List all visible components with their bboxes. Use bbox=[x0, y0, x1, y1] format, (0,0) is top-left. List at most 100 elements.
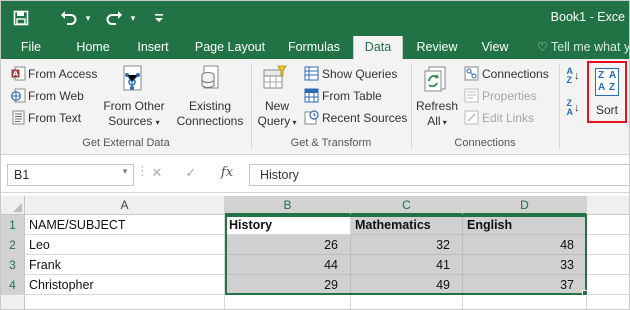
tab-file[interactable]: File bbox=[13, 36, 49, 59]
connections-icon bbox=[464, 66, 479, 81]
save-icon[interactable] bbox=[9, 7, 33, 29]
cell-a3[interactable]: Frank bbox=[25, 255, 225, 275]
cell-b4[interactable]: 29 bbox=[225, 275, 351, 295]
tab-review[interactable]: Review bbox=[411, 36, 463, 59]
cell-a2[interactable]: Leo bbox=[25, 235, 225, 255]
tab-page-layout[interactable]: Page Layout bbox=[191, 36, 269, 59]
formula-bar-grip[interactable]: ⋮ bbox=[136, 163, 149, 183]
cell-e2[interactable] bbox=[587, 235, 629, 255]
name-box-dropdown-icon[interactable]: ▾ bbox=[119, 166, 131, 186]
cell-e1[interactable] bbox=[587, 215, 629, 235]
cell-e5[interactable] bbox=[587, 295, 629, 309]
row-header-4[interactable]: 4 bbox=[1, 275, 25, 295]
cell-c3[interactable]: 41 bbox=[351, 255, 463, 275]
from-web-button[interactable]: From Web bbox=[11, 88, 84, 103]
cell-d3[interactable]: 33 bbox=[463, 255, 587, 275]
undo-dropdown-icon[interactable]: ▾ bbox=[83, 7, 93, 29]
existing-connections-button[interactable]: Existing Connections bbox=[173, 99, 247, 129]
cell-c5[interactable] bbox=[351, 295, 463, 309]
tell-me-box[interactable]: ♡ Tell me what y bbox=[537, 36, 630, 59]
cell-d4[interactable]: 37 bbox=[463, 275, 587, 295]
ribbon: A From Access From Web From Text From Ot… bbox=[1, 59, 629, 155]
refresh-all-button[interactable]: Refresh All ▾ bbox=[415, 99, 459, 130]
existing-connections-icon bbox=[198, 64, 222, 94]
redo-icon[interactable] bbox=[104, 7, 124, 29]
ribbon-tabs: File Home Insert Page Layout Formulas Da… bbox=[1, 36, 630, 59]
formula-bar: B1 ▾ ⋮ ✕ ✓ fx History bbox=[1, 157, 629, 193]
new-query-button[interactable]: New Query ▾ bbox=[255, 99, 299, 130]
cell-b2[interactable]: 26 bbox=[225, 235, 351, 255]
sort-button[interactable]: Z A A Z Sort bbox=[587, 61, 627, 123]
cancel-icon[interactable]: ✕ bbox=[147, 165, 167, 185]
edit-links-button[interactable]: Edit Links bbox=[464, 110, 534, 125]
from-table-button[interactable]: From Table bbox=[304, 88, 382, 103]
cell-a4[interactable]: Christopher bbox=[25, 275, 225, 295]
tab-insert[interactable]: Insert bbox=[129, 36, 177, 59]
lightbulb-icon: ♡ bbox=[537, 40, 548, 54]
properties-icon bbox=[464, 88, 479, 103]
row-header-1[interactable]: 1 bbox=[1, 215, 25, 235]
from-other-sources-button[interactable]: From Other Sources ▾ bbox=[99, 99, 169, 130]
recent-sources-button[interactable]: Recent Sources bbox=[304, 110, 407, 125]
undo-icon[interactable] bbox=[59, 7, 79, 29]
refresh-all-icon bbox=[422, 64, 450, 94]
column-header-e[interactable] bbox=[587, 196, 629, 215]
properties-button[interactable]: Properties bbox=[464, 88, 537, 103]
cell-c4[interactable]: 49 bbox=[351, 275, 463, 295]
name-box[interactable]: B1 bbox=[7, 164, 134, 186]
cell-c2[interactable]: 32 bbox=[351, 235, 463, 255]
sort-label: Sort bbox=[595, 103, 618, 117]
sort-ascending-icon: AZ ↓ bbox=[566, 66, 580, 85]
cell-d2[interactable]: 48 bbox=[463, 235, 587, 255]
redo-dropdown-icon[interactable]: ▾ bbox=[128, 7, 138, 29]
column-header-d[interactable]: D bbox=[463, 196, 587, 215]
cell-c1[interactable]: Mathematics bbox=[351, 215, 463, 235]
chevron-down-icon: ▾ bbox=[290, 118, 297, 127]
title-bar: ▾ ▾ Book1 - Exce bbox=[1, 1, 629, 36]
tab-home[interactable]: Home bbox=[69, 36, 117, 59]
cell-e3[interactable] bbox=[587, 255, 629, 275]
sort-a-to-z-button[interactable]: AZ ↓ bbox=[565, 67, 581, 85]
select-all-button[interactable] bbox=[1, 196, 25, 215]
cell-e4[interactable] bbox=[587, 275, 629, 295]
cell-d1[interactable]: English bbox=[463, 215, 587, 235]
tab-view[interactable]: View bbox=[475, 36, 515, 59]
text-file-icon bbox=[11, 110, 26, 125]
tell-me-label: Tell me what y bbox=[551, 40, 630, 54]
row-header-2[interactable]: 2 bbox=[1, 235, 25, 255]
show-queries-button[interactable]: Show Queries bbox=[304, 66, 397, 81]
from-access-button[interactable]: A From Access bbox=[11, 66, 97, 81]
column-header-a[interactable]: A bbox=[25, 196, 225, 215]
column-header-b[interactable]: B bbox=[225, 196, 351, 215]
fill-handle[interactable] bbox=[582, 290, 588, 296]
window-title: Book1 - Exce bbox=[550, 10, 625, 24]
group-label-get-transform: Get & Transform bbox=[290, 137, 372, 149]
row-header-3[interactable]: 3 bbox=[1, 255, 25, 275]
svg-text:A: A bbox=[13, 70, 19, 78]
tab-formulas[interactable]: Formulas bbox=[281, 36, 347, 59]
cell-d5[interactable] bbox=[463, 295, 587, 309]
formula-input[interactable]: History bbox=[249, 164, 629, 186]
enter-icon[interactable]: ✓ bbox=[181, 165, 201, 185]
sort-descending-icon: ZA ↓ bbox=[566, 98, 580, 117]
edit-links-icon bbox=[464, 110, 479, 125]
customize-icon[interactable] bbox=[151, 7, 167, 29]
worksheet-grid: A B C D 1 2 3 4 NAME/SUBJECT History Mat… bbox=[1, 193, 629, 309]
cell-a1[interactable]: NAME/SUBJECT bbox=[25, 215, 225, 235]
cell-b3[interactable]: 44 bbox=[225, 255, 351, 275]
column-header-c[interactable]: C bbox=[351, 196, 463, 215]
recent-sources-icon bbox=[304, 110, 319, 125]
sort-z-to-a-button[interactable]: ZA ↓ bbox=[565, 99, 581, 117]
from-text-button[interactable]: From Text bbox=[11, 110, 81, 125]
cell-b1[interactable]: History bbox=[225, 215, 351, 235]
insert-function-icon[interactable]: fx bbox=[215, 165, 239, 185]
sort-icon: Z A A Z bbox=[595, 68, 619, 96]
row-header-5[interactable] bbox=[1, 295, 25, 309]
table-icon bbox=[304, 88, 319, 103]
cell-b5[interactable] bbox=[225, 295, 351, 309]
group-separator bbox=[559, 63, 560, 149]
connections-button[interactable]: Connections bbox=[464, 66, 549, 81]
chevron-down-icon: ▾ bbox=[440, 118, 447, 127]
cell-a5[interactable] bbox=[25, 295, 225, 309]
tab-data[interactable]: Data bbox=[353, 36, 403, 59]
